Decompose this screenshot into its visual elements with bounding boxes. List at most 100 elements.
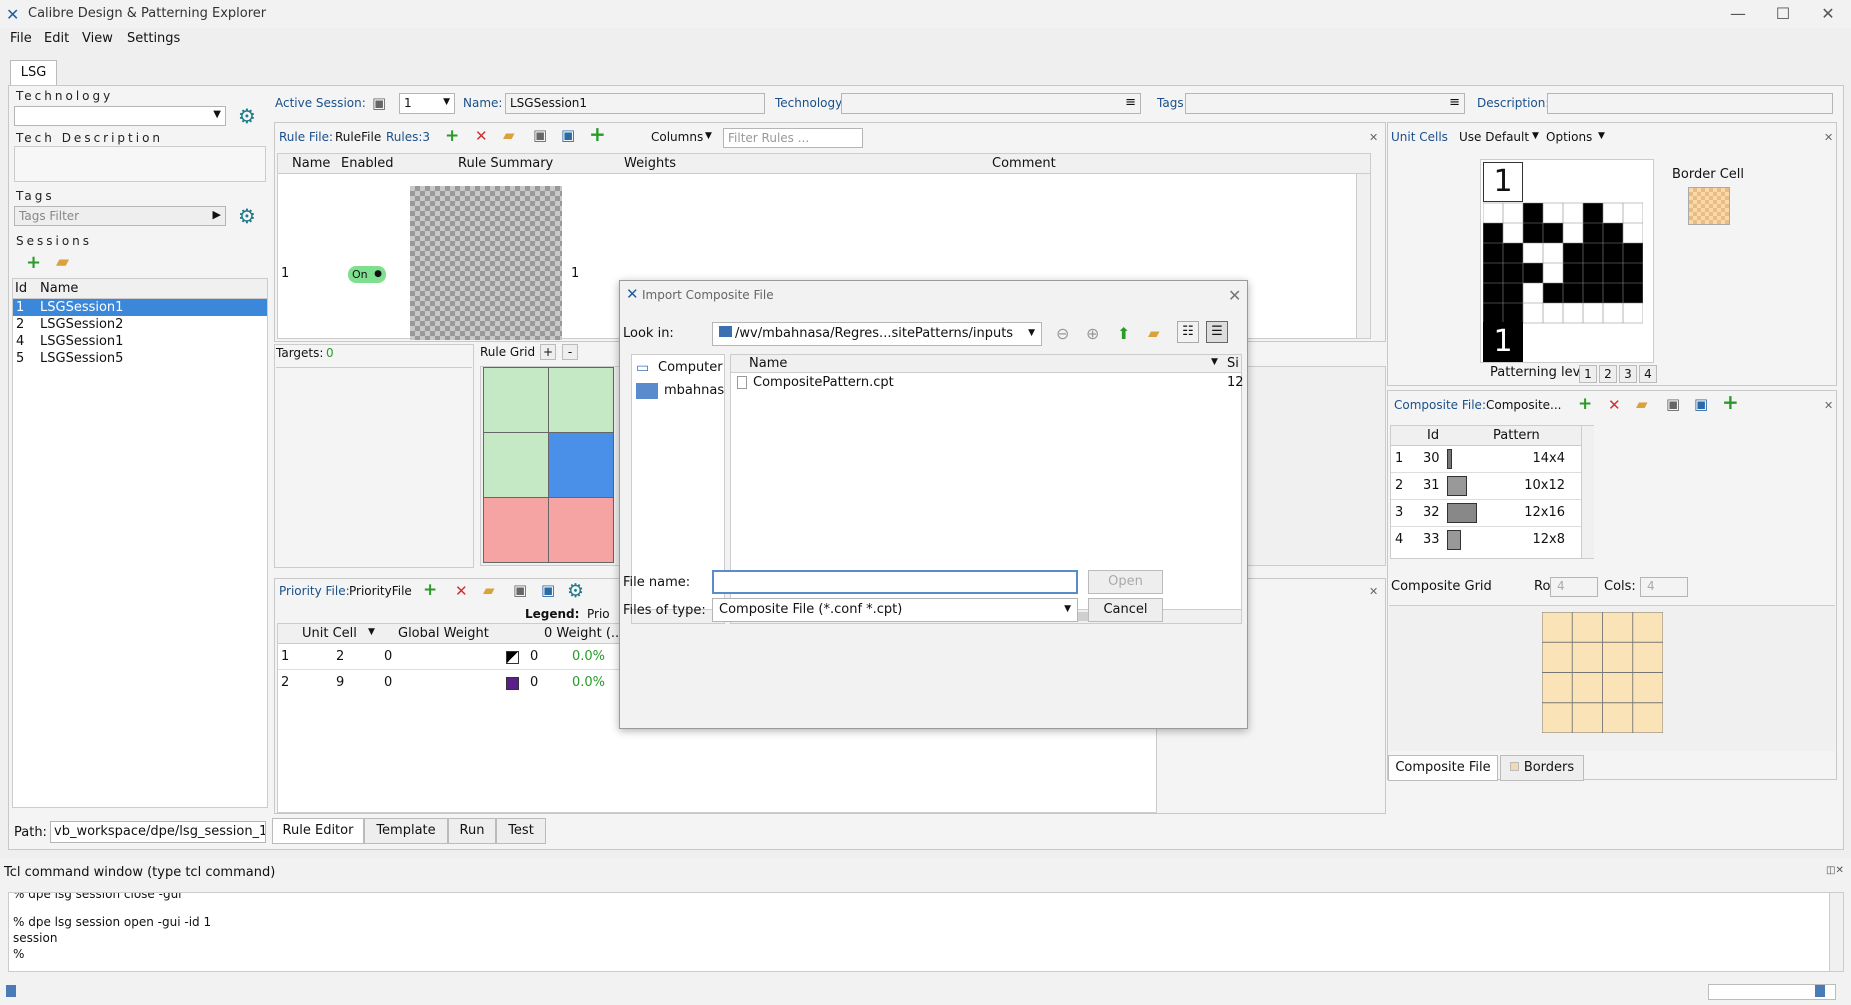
open-rule-file-icon[interactable]: ▰: [503, 127, 515, 143]
rows-spinner[interactable]: 4: [1550, 577, 1598, 597]
tcl-scrollbar[interactable]: [1829, 893, 1843, 971]
col-file-size[interactable]: Si: [1227, 356, 1239, 371]
add-green-plus-composite-icon[interactable]: +: [1722, 392, 1739, 412]
session-row[interactable]: 1 LSGSession1: [13, 299, 267, 316]
tab-template[interactable]: Template: [364, 818, 448, 844]
patterning-level-2[interactable]: 2: [1599, 365, 1617, 383]
col-name[interactable]: Name: [292, 156, 330, 171]
col-name[interactable]: Name: [40, 281, 78, 296]
col-id[interactable]: Id: [1427, 428, 1439, 443]
open-priority-icon[interactable]: ▰: [483, 582, 495, 598]
save-session-icon[interactable]: ▣: [372, 94, 386, 112]
description-field[interactable]: [1547, 93, 1833, 114]
save-priority-icon[interactable]: ▣: [513, 582, 527, 598]
close-priority-panel-icon[interactable]: ✕: [1369, 585, 1378, 598]
patterning-level-1[interactable]: 1: [1579, 365, 1597, 383]
rule-grid-remove-button[interactable]: -: [562, 344, 578, 360]
active-session-select[interactable]: 1 ▼: [399, 93, 455, 114]
rule-grid-cell[interactable]: [548, 432, 614, 498]
table-row[interactable]: 4 33 12x8: [1391, 527, 1581, 554]
patterning-level-3[interactable]: 3: [1619, 365, 1637, 383]
columns-dropdown[interactable]: Columns: [651, 130, 703, 144]
unit-cell-chevron-down-icon[interactable]: ▼: [368, 627, 375, 637]
tab-composite-file[interactable]: Composite File: [1388, 755, 1498, 781]
col-global-weight[interactable]: Global Weight: [398, 626, 489, 641]
list-view-icon[interactable]: ☷: [1177, 321, 1199, 343]
look-in-select[interactable]: /wv/mbahnasa/Regres...sitePatterns/input…: [712, 322, 1042, 346]
cancel-button[interactable]: Cancel: [1088, 598, 1163, 622]
tcl-output[interactable]: % dpe lsg session close -gui % dpe lsg s…: [8, 892, 1844, 972]
session-row[interactable]: 5 LSGSession5: [13, 350, 267, 367]
cols-spinner[interactable]: 4: [1640, 577, 1688, 597]
add-rule-icon[interactable]: +: [445, 128, 459, 145]
session-row[interactable]: 2 LSGSession2: [13, 316, 267, 333]
add-session-icon[interactable]: +: [26, 254, 41, 272]
close-rule-panel-icon[interactable]: ✕: [1369, 131, 1378, 144]
rule-grid-cell[interactable]: [548, 497, 614, 563]
session-name-field[interactable]: LSGSession1: [505, 93, 765, 114]
col-weights[interactable]: Weights: [624, 156, 676, 171]
tab-lsg[interactable]: LSG: [10, 60, 57, 86]
tags-field[interactable]: ≡: [1185, 93, 1465, 114]
maximize-button[interactable]: ☐: [1768, 3, 1798, 25]
rule-grid-cell[interactable]: [548, 367, 614, 433]
minimize-button[interactable]: —: [1723, 3, 1753, 25]
rule-enabled-toggle[interactable]: On ●: [348, 266, 386, 283]
file-row[interactable]: CompositePattern.cpt 12: [731, 374, 1244, 392]
rule-grid-cell[interactable]: [483, 497, 549, 563]
delete-composite-icon[interactable]: ✕: [1608, 397, 1621, 413]
options-chevron-down-icon[interactable]: ▼: [1598, 131, 1605, 141]
col-unit-cell[interactable]: Unit Cell: [302, 626, 357, 641]
menu-edit[interactable]: Edit: [44, 31, 69, 46]
sort-chevron-down-icon[interactable]: ▼: [1211, 357, 1218, 367]
technology-select[interactable]: ▼: [14, 106, 226, 126]
files-of-type-select[interactable]: Composite File (*.conf *.cpt) ▼: [712, 598, 1078, 622]
new-folder-icon[interactable]: ▰: [1148, 324, 1160, 342]
add-green-plus-icon[interactable]: +: [589, 124, 606, 144]
technology-field[interactable]: ≡: [841, 93, 1141, 114]
technology-settings-gear-icon[interactable]: ⚙: [238, 106, 256, 126]
rule-grid-cell[interactable]: [483, 432, 549, 498]
close-composite-icon[interactable]: ✕: [1824, 399, 1833, 412]
col-weight[interactable]: 0 Weight (...: [544, 626, 623, 641]
menu-view[interactable]: View: [82, 31, 113, 46]
use-default-chevron-down-icon[interactable]: ▼: [1532, 131, 1539, 141]
rule-grid-add-button[interactable]: +: [540, 344, 556, 360]
file-name-input[interactable]: [712, 570, 1078, 594]
detail-view-icon[interactable]: ☰: [1206, 321, 1228, 343]
save-as-rule-file-icon[interactable]: ▣: [561, 127, 575, 143]
border-cell-swatch[interactable]: [1688, 187, 1730, 225]
col-pattern[interactable]: Pattern: [1493, 428, 1540, 443]
menu-settings[interactable]: Settings: [127, 31, 180, 46]
forward-arrow-icon[interactable]: ⊕: [1086, 324, 1099, 343]
save-as-priority-icon[interactable]: ▣: [541, 582, 555, 598]
priority-settings-gear-icon[interactable]: ⚙: [567, 581, 584, 601]
table-row[interactable]: 1 30 14x4: [1391, 446, 1581, 473]
options-dropdown[interactable]: Options: [1546, 130, 1592, 144]
tab-rule-editor[interactable]: Rule Editor: [272, 818, 364, 844]
composite-scrollbar[interactable]: [1581, 426, 1594, 558]
add-priority-icon[interactable]: +: [423, 582, 437, 599]
use-default-dropdown[interactable]: Use Default: [1459, 130, 1529, 144]
filter-rules-input[interactable]: Filter Rules ...: [723, 128, 863, 148]
tcl-float-icon[interactable]: ◫✕: [1826, 865, 1844, 876]
tab-test[interactable]: Test: [496, 818, 546, 844]
open-session-folder-icon[interactable]: ▰: [56, 254, 69, 271]
table-row[interactable]: 2 31 10x12: [1391, 473, 1581, 500]
col-file-name[interactable]: Name: [749, 356, 787, 371]
close-window-button[interactable]: ✕: [1813, 3, 1843, 25]
delete-priority-icon[interactable]: ✕: [455, 583, 468, 599]
col-enabled[interactable]: Enabled: [341, 156, 394, 171]
rules-scrollbar[interactable]: [1356, 174, 1370, 338]
place-computer[interactable]: Computer: [658, 360, 723, 375]
col-comment[interactable]: Comment: [992, 156, 1056, 171]
tags-settings-gear-icon[interactable]: ⚙: [238, 206, 256, 226]
save-rule-file-icon[interactable]: ▣: [533, 127, 547, 143]
place-home[interactable]: mbahnas: [664, 383, 724, 398]
add-composite-icon[interactable]: +: [1578, 396, 1592, 413]
tags-filter-input[interactable]: Tags Filter ▶: [14, 206, 226, 226]
table-row[interactable]: 3 32 12x16: [1391, 500, 1581, 527]
tab-borders[interactable]: Borders: [1500, 755, 1584, 781]
close-unit-cells-icon[interactable]: ✕: [1824, 131, 1833, 144]
patterning-level-4[interactable]: 4: [1639, 365, 1657, 383]
